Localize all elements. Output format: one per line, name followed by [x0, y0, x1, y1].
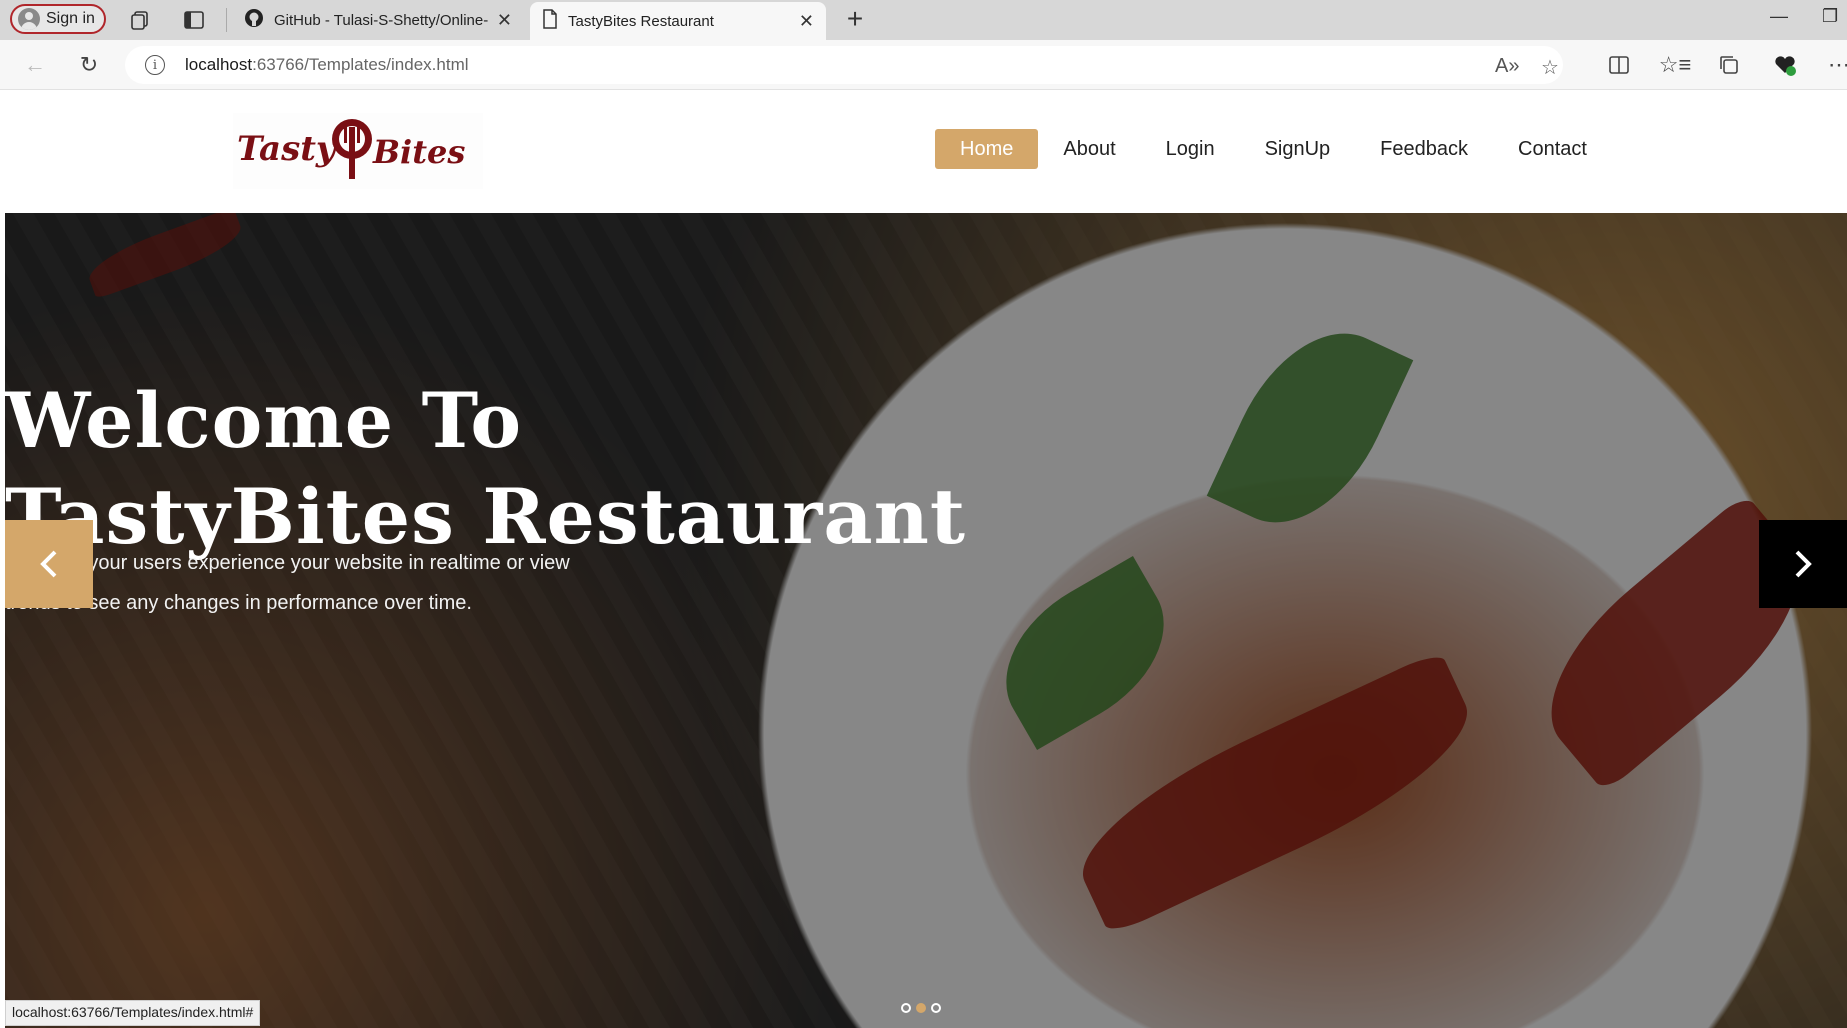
hero-subtitle-line1: See how your users experience your websi… [5, 552, 570, 574]
carousel-dot-2[interactable] [916, 1003, 926, 1013]
back-icon[interactable]: ← [22, 52, 48, 78]
tab-tastybites[interactable]: TastyBites Restaurant ✕ [530, 2, 826, 40]
carousel-prev-button[interactable] [5, 520, 93, 608]
site-header: Tasty Bites Home About Login SignUp Feed… [5, 91, 1847, 213]
nav-feedback[interactable]: Feedback [1355, 129, 1493, 169]
nav-about[interactable]: About [1038, 129, 1140, 169]
refresh-icon[interactable]: ↻ [76, 52, 102, 78]
page-icon [542, 9, 558, 33]
hero-title: Welcome To TastyBites Restaurant [5, 373, 1847, 565]
read-aloud-icon[interactable]: A» [1495, 55, 1519, 78]
hero-title-line1: Welcome To [5, 376, 523, 465]
browser-tab-bar: Sign in GitHub - Tulasi-S-Shetty/Online-… [0, 0, 1847, 40]
logo[interactable]: Tasty Bites [233, 113, 483, 189]
url-host: localhost [185, 55, 253, 74]
carousel-dot-1[interactable] [901, 1003, 911, 1013]
extension-heart-icon[interactable] [1772, 52, 1798, 78]
nav-login[interactable]: Login [1141, 129, 1240, 169]
info-icon[interactable]: i [145, 55, 165, 75]
chevron-left-icon [40, 550, 57, 578]
fork-plate-icon [326, 115, 378, 186]
workspaces-icon[interactable] [128, 8, 152, 32]
nav-contact[interactable]: Contact [1493, 129, 1612, 169]
vertical-tabs-icon[interactable] [182, 8, 206, 32]
hero-subtitle: See how your users experience your websi… [5, 543, 1847, 623]
hero-subtitle-line2: trends to see any changes in performance… [5, 592, 472, 614]
close-icon[interactable]: ✕ [799, 11, 814, 32]
hero-carousel: Welcome To TastyBites Restaurant See how… [5, 213, 1847, 1028]
logo-word-bites: Bites [373, 133, 466, 171]
split-screen-icon[interactable] [1606, 52, 1632, 78]
tab-title: TastyBites Restaurant [568, 12, 714, 30]
collections-icon[interactable] [1716, 52, 1742, 78]
tab-title: GitHub - Tulasi-S-Shetty/Online- [274, 11, 489, 29]
more-options-icon[interactable]: ⋯ [1826, 52, 1847, 78]
avatar-icon [18, 8, 40, 30]
favorites-icon[interactable]: ☆≡ [1659, 52, 1692, 78]
main-nav: Home About Login SignUp Feedback Contact [935, 129, 1612, 169]
carousel-indicators [901, 1003, 941, 1013]
chevron-right-icon [1795, 550, 1812, 578]
nav-home[interactable]: Home [935, 129, 1039, 169]
logo-word-tasty: Tasty [237, 129, 336, 169]
web-page: Tasty Bites Home About Login SignUp Feed… [5, 91, 1847, 1028]
status-bar-url: localhost:63766/Templates/index.html# [5, 1000, 261, 1026]
address-bar: ← ↻ i localhost:63766/Templates/index.ht… [0, 40, 1847, 90]
url-path: :63766/Templates/index.html [252, 55, 469, 74]
new-tab-button[interactable]: + [840, 4, 870, 34]
profile-label: Sign in [46, 10, 95, 27]
github-icon [244, 8, 264, 32]
close-icon[interactable]: ✕ [497, 10, 512, 31]
nav-signup[interactable]: SignUp [1240, 129, 1356, 169]
carousel-dot-3[interactable] [931, 1003, 941, 1013]
profile-button[interactable]: Sign in [10, 4, 106, 34]
carousel-next-button[interactable] [1759, 520, 1847, 608]
favorite-star-icon[interactable]: ☆ [1541, 55, 1559, 80]
minimize-icon[interactable]: — [1770, 6, 1788, 27]
restore-icon[interactable]: ❐ [1822, 6, 1838, 27]
url-field[interactable]: i localhost:63766/Templates/index.html A… [125, 46, 1563, 84]
tab-divider [226, 8, 227, 32]
tab-github[interactable]: GitHub - Tulasi-S-Shetty/Online- ✕ [232, 0, 524, 40]
